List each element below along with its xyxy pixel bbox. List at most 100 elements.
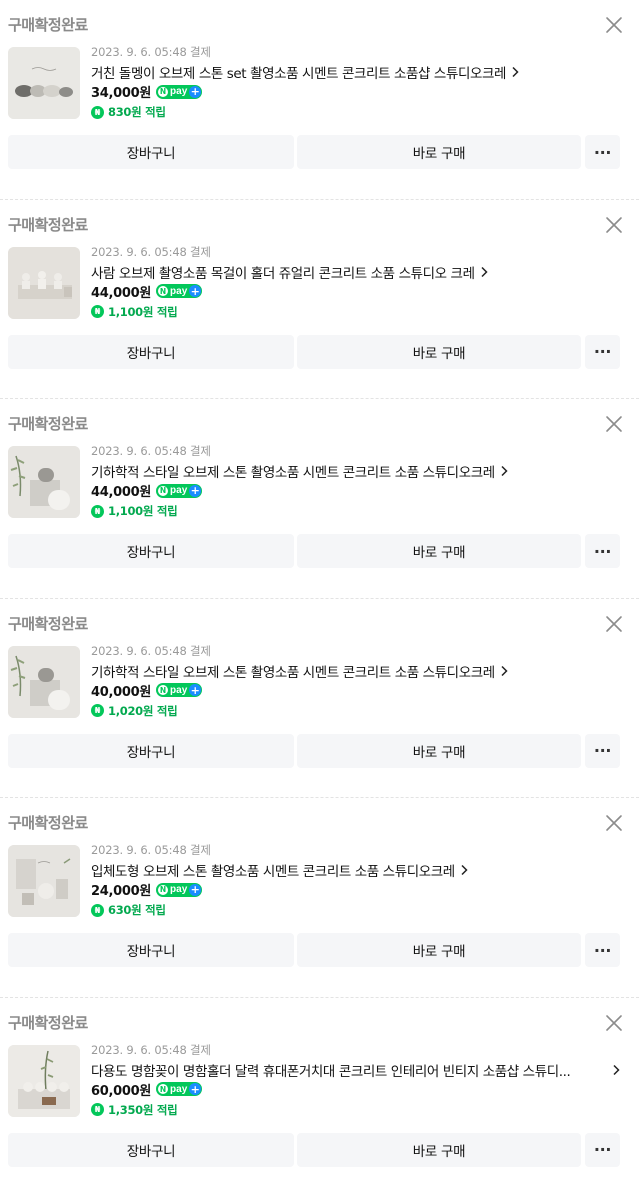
product-title-link[interactable]: 기하학적 스타일 오브제 스톤 촬영소품 시멘트 콘크리트 소품 스튜디오크레: [91, 661, 509, 681]
order-status: 구매확정완료: [8, 415, 88, 433]
npay-text: pay: [170, 684, 188, 696]
order-list: 구매확정완료 2023. 9. 6. 05:48 결제 거친 돌멩이 오브제 스…: [0, 0, 639, 1194]
add-to-cart-button[interactable]: 장바구니: [8, 334, 294, 369]
close-icon[interactable]: [605, 814, 623, 832]
product-title-link[interactable]: 입체도형 오브제 스톤 촬영소품 시멘트 콘크리트 소품 스튜디오크레: [91, 860, 469, 880]
product-title-link[interactable]: 거친 돌멩이 오브제 스톤 set 촬영소품 시멘트 콘크리트 소품샵 스튜디오…: [91, 62, 520, 82]
product-price: 44,000원: [91, 485, 152, 500]
order-card: 구매확정완료 2023. 9. 6. 05:48 결제 사람 오브제 촬영소품 …: [0, 200, 639, 399]
product-title: 기하학적 스타일 오브제 스톤 촬영소품 시멘트 콘크리트 소품 스튜디오크레: [91, 465, 495, 481]
npay-text: pay: [170, 1083, 188, 1095]
plus-icon: +: [189, 284, 202, 298]
chevron-right-icon: [501, 665, 508, 676]
points-earned: 1,020원 적립: [108, 703, 178, 718]
plus-icon: +: [189, 484, 202, 497]
npay-badge: N pay +: [156, 683, 203, 697]
product-price: 24,000원: [91, 884, 152, 899]
order-card: 구매확정완료 2023. 9. 6. 05:48 결제 다용도 명함꽂이 명함홀…: [0, 998, 639, 1194]
product-price: 44,000원: [91, 285, 152, 301]
payment-date: 2023. 9. 6. 05:48 결제: [91, 643, 211, 658]
payment-date: 2023. 9. 6. 05:48 결제: [91, 45, 211, 59]
product-title: 사람 오브제 촬영소품 목걸이 홀더 쥬얼리 콘크리트 소품 스튜디오 크레: [91, 265, 475, 282]
npay-badge: N pay +: [156, 1082, 203, 1096]
naver-points-icon: ₦: [91, 105, 104, 119]
product-title: 다용도 명함꽂이 명함홀더 달력 휴대폰거치대 콘크리트 인테리어 빈티지 소품…: [91, 1063, 571, 1080]
product-thumbnail-shapes[interactable]: [8, 845, 80, 917]
price-row: 60,000원 N pay +: [91, 1080, 203, 1099]
buy-now-button[interactable]: 바로 구매: [297, 534, 581, 568]
npay-n-icon: N: [158, 86, 169, 97]
chevron-right-icon: [512, 66, 519, 78]
product-thumbnail-figures[interactable]: [8, 246, 80, 319]
more-options-button[interactable]: ···: [585, 933, 620, 967]
plus-icon: +: [189, 85, 202, 98]
npay-text: pay: [170, 86, 188, 97]
close-icon[interactable]: [605, 216, 623, 234]
npay-n-icon: N: [158, 884, 169, 895]
payment-date: 2023. 9. 6. 05:48 결제: [91, 444, 211, 458]
close-icon[interactable]: [605, 415, 623, 433]
product-thumbnail-geometric[interactable]: [8, 446, 80, 518]
npay-badge: N pay +: [156, 84, 203, 99]
chevron-right-icon: [613, 1064, 620, 1075]
npay-n-icon: N: [158, 485, 169, 496]
more-options-button[interactable]: ···: [585, 334, 620, 369]
order-card: 구매확정완료 2023. 9. 6. 05:48 결제 입체도형 오브제 스톤 …: [0, 798, 639, 998]
naver-points-icon: ₦: [91, 903, 104, 917]
buy-now-button[interactable]: 바로 구매: [297, 933, 581, 967]
product-thumbnail-stones[interactable]: [8, 47, 80, 119]
close-icon[interactable]: [605, 16, 623, 34]
buy-now-button[interactable]: 바로 구매: [297, 334, 581, 369]
points-row: ₦ 830원 적립: [91, 104, 166, 120]
product-title-link[interactable]: 다용도 명함꽂이 명함홀더 달력 휴대폰거치대 콘크리트 인테리어 빈티지 소품…: [91, 1060, 621, 1080]
add-to-cart-button[interactable]: 장바구니: [8, 733, 294, 768]
order-card: 구매확정완료 2023. 9. 6. 05:48 결제 기하학적 스타일 오브제…: [0, 599, 639, 798]
order-status: 구매확정완료: [8, 814, 88, 832]
order-card: 구매확정완료 2023. 9. 6. 05:48 결제 거친 돌멩이 오브제 스…: [0, 0, 639, 200]
order-status: 구매확정완료: [8, 614, 88, 633]
close-icon[interactable]: [605, 615, 623, 633]
add-to-cart-button[interactable]: 장바구니: [8, 1132, 294, 1167]
naver-points-icon: ₦: [91, 704, 104, 717]
buy-now-button[interactable]: 바로 구매: [297, 135, 581, 169]
payment-date: 2023. 9. 6. 05:48 결제: [91, 1042, 211, 1057]
points-earned: 630원 적립: [108, 903, 166, 917]
payment-date: 2023. 9. 6. 05:48 결제: [91, 244, 211, 259]
buy-now-button[interactable]: 바로 구매: [297, 733, 581, 768]
order-status: 구매확정완료: [8, 215, 88, 234]
points-row: ₦ 1,020원 적립: [91, 703, 178, 719]
payment-date: 2023. 9. 6. 05:48 결제: [91, 843, 211, 857]
npay-badge: N pay +: [156, 483, 203, 498]
naver-points-icon: ₦: [91, 504, 104, 518]
close-icon[interactable]: [605, 1014, 623, 1032]
price-row: 44,000원 N pay +: [91, 481, 203, 500]
product-price: 40,000원: [91, 684, 152, 700]
npay-n-icon: N: [158, 286, 169, 296]
npay-badge: N pay +: [156, 284, 203, 298]
product-thumbnail-geometric[interactable]: [8, 645, 80, 718]
plus-icon: +: [189, 683, 202, 697]
npay-text: pay: [170, 884, 188, 895]
add-to-cart-button[interactable]: 장바구니: [8, 534, 294, 568]
more-options-button[interactable]: ···: [585, 1132, 620, 1167]
price-row: 40,000원 N pay +: [91, 681, 203, 700]
points-row: ₦ 630원 적립: [91, 902, 166, 918]
product-price: 60,000원: [91, 1083, 152, 1099]
add-to-cart-button[interactable]: 장바구니: [8, 933, 294, 967]
buy-now-button[interactable]: 바로 구매: [297, 1132, 581, 1167]
product-title-link[interactable]: 사람 오브제 촬영소품 목걸이 홀더 쥬얼리 콘크리트 소품 스튜디오 크레: [91, 262, 489, 282]
add-to-cart-button[interactable]: 장바구니: [8, 135, 294, 169]
more-options-button[interactable]: ···: [585, 135, 620, 169]
plus-icon: +: [189, 1082, 202, 1096]
more-options-button[interactable]: ···: [585, 534, 620, 568]
npay-n-icon: N: [158, 685, 169, 695]
product-thumbnail-holder[interactable]: [8, 1044, 80, 1117]
more-options-button[interactable]: ···: [585, 733, 620, 768]
points-earned: 1,350원 적립: [108, 1102, 178, 1117]
order-status: 구매확정완료: [8, 16, 88, 34]
order-card: 구매확정완료 2023. 9. 6. 05:48 결제 기하학적 스타일 오브제…: [0, 399, 639, 599]
product-title-link[interactable]: 기하학적 스타일 오브제 스톤 촬영소품 시멘트 콘크리트 소품 스튜디오크레: [91, 461, 509, 481]
points-row: ₦ 1,100원 적립: [91, 304, 178, 320]
points-row: ₦ 1,100원 적립: [91, 503, 178, 519]
plus-icon: +: [189, 883, 202, 896]
